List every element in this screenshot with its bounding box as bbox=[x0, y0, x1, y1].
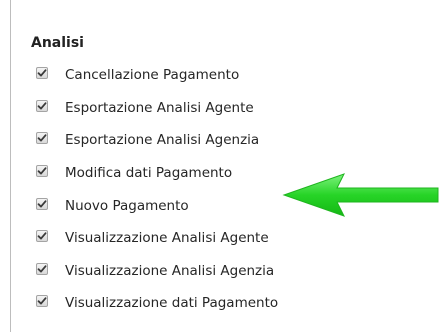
panel-left-border bbox=[10, 0, 11, 332]
checkbox[interactable] bbox=[36, 230, 48, 243]
permission-item-visualizzazione-analisi-agente[interactable]: Visualizzazione Analisi Agente bbox=[36, 222, 278, 255]
permission-label: Visualizzazione dati Pagamento bbox=[65, 295, 279, 312]
checkmark-icon bbox=[37, 167, 47, 175]
checkmark-icon bbox=[37, 232, 47, 240]
section-title: Analisi bbox=[31, 35, 84, 51]
checkmark-icon bbox=[37, 102, 47, 110]
checkbox[interactable] bbox=[36, 262, 48, 275]
checkmark-icon bbox=[37, 297, 47, 305]
checkbox[interactable] bbox=[36, 295, 48, 308]
permission-label: Nuovo Pagamento bbox=[65, 197, 189, 214]
permission-item-visualizzazione-dati-pagamento[interactable]: Visualizzazione dati Pagamento bbox=[36, 287, 278, 320]
permission-label: Cancellazione Pagamento bbox=[65, 67, 240, 84]
checkmark-icon bbox=[37, 69, 47, 77]
permission-label: Visualizzazione Analisi Agenzia bbox=[65, 262, 275, 279]
permission-item-esportazione-analisi-agente[interactable]: Esportazione Analisi Agente bbox=[36, 92, 278, 125]
checkbox[interactable] bbox=[36, 132, 48, 145]
checkmark-icon bbox=[37, 134, 47, 142]
checkbox[interactable] bbox=[36, 197, 48, 210]
permission-label: Esportazione Analisi Agenzia bbox=[65, 132, 260, 149]
permission-label: Modifica dati Pagamento bbox=[65, 165, 233, 182]
permission-item-visualizzazione-analisi-agenzia[interactable]: Visualizzazione Analisi Agenzia bbox=[36, 255, 278, 288]
permission-item-modifica-dati-pagamento[interactable]: Modifica dati Pagamento bbox=[36, 157, 278, 190]
permission-item-cancellazione-pagamento[interactable]: Cancellazione Pagamento bbox=[36, 59, 278, 92]
permission-label: Esportazione Analisi Agente bbox=[65, 99, 254, 116]
checkmark-icon bbox=[37, 199, 47, 208]
arrow-left-icon bbox=[282, 173, 439, 217]
checkbox[interactable] bbox=[36, 67, 48, 80]
permission-label: Visualizzazione Analisi Agente bbox=[65, 230, 269, 247]
permission-item-nuovo-pagamento[interactable]: Nuovo Pagamento bbox=[36, 189, 278, 222]
checkbox[interactable] bbox=[36, 165, 48, 178]
permission-list: Cancellazione Pagamento Esportazione Ana… bbox=[36, 59, 278, 320]
permission-item-esportazione-analisi-agenzia[interactable]: Esportazione Analisi Agenzia bbox=[36, 124, 278, 157]
checkbox[interactable] bbox=[36, 99, 48, 112]
checkmark-icon bbox=[37, 265, 47, 273]
